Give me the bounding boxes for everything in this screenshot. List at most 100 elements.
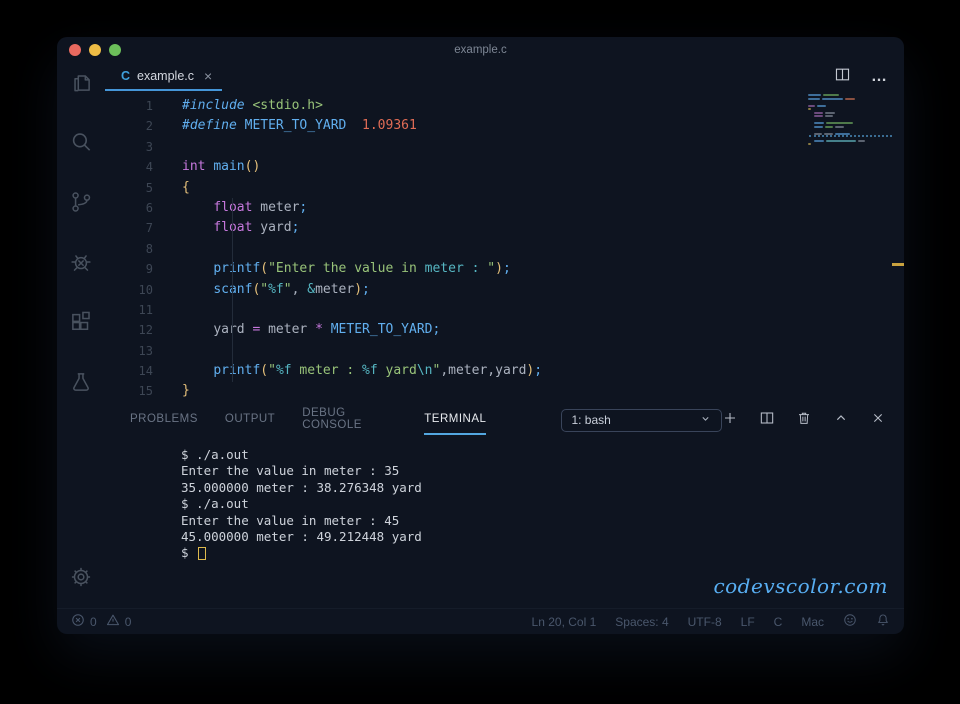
code-text: }: [182, 383, 190, 399]
code-text: {: [182, 179, 190, 195]
search-icon[interactable]: [68, 129, 94, 155]
minimize-window-button[interactable]: [89, 44, 101, 56]
close-window-button[interactable]: [69, 44, 81, 56]
tab-example-c[interactable]: C example.c ×: [105, 63, 223, 91]
test-beaker-icon[interactable]: [68, 369, 94, 395]
extensions-icon[interactable]: [68, 309, 94, 335]
code-line[interactable]: 3: [105, 137, 904, 157]
code-text: float meter;: [213, 199, 308, 215]
code-line[interactable]: 10 scanf("%f", &meter);: [105, 280, 904, 300]
line-number: 10: [138, 282, 153, 297]
error-count: 0: [90, 614, 97, 629]
tab-label: example.c: [137, 69, 195, 83]
panel-tab-terminal[interactable]: TERMINAL: [424, 405, 487, 435]
line-number: 3: [145, 139, 153, 154]
code-line[interactable]: 7 float yard;: [105, 218, 904, 238]
status-items-container: Ln 20, Col 1 Spaces: 4 UTF-8 LF C Mac: [532, 615, 824, 629]
terminal-line: Enter the value in meter : 35: [181, 463, 400, 479]
code-line[interactable]: 12 yard = meter * METER_TO_YARD;: [105, 320, 904, 340]
activity-bar: [57, 63, 105, 608]
line-number: 8: [145, 241, 153, 256]
code-line[interactable]: 2 #define METER_TO_YARD 1.09361: [105, 116, 904, 136]
code-line[interactable]: 14 printf("%f meter : %f yard\n",meter,y…: [105, 361, 904, 381]
shell-dropdown-label: 1: bash: [571, 413, 611, 427]
terminal-line: Enter the value in meter : 45: [181, 512, 400, 528]
code-text: #define METER_TO_YARD 1.09361: [182, 118, 417, 134]
status-item-mac[interactable]: Mac: [801, 615, 824, 629]
code-text: yard = meter * METER_TO_YARD;: [213, 322, 441, 338]
code-line[interactable]: 9 printf("Enter the value in meter : ");: [105, 259, 904, 279]
more-actions-icon[interactable]: …: [871, 68, 888, 86]
status-item-ln-20-col-1[interactable]: Ln 20, Col 1: [532, 615, 597, 629]
settings-gear-icon[interactable]: [68, 564, 94, 590]
line-number: 2: [145, 119, 153, 134]
code-line[interactable]: 4 int main(): [105, 157, 904, 177]
panel-tab-bar: PROBLEMS OUTPUT DEBUG CONSOLE TERMINAL 1: b…: [105, 405, 904, 435]
editor-tab-bar: C example.c × …: [105, 63, 904, 91]
terminal-line: $ ./a.out: [181, 447, 249, 462]
panel-tab-debug-console[interactable]: DEBUG CONSOLE: [302, 405, 383, 435]
line-number: 1: [145, 99, 153, 113]
code-line[interactable]: 8: [105, 239, 904, 259]
terminal-line: $ ./a.out: [181, 496, 249, 512]
code-text: scanf("%f", &meter);: [213, 281, 370, 297]
code-line[interactable]: 11: [105, 300, 904, 320]
status-bar: 0 0 Ln 20, Col 1 Spaces: 4 UTF-8 LF C Mac: [57, 608, 904, 634]
explorer-icon[interactable]: [68, 69, 94, 95]
line-number: 4: [145, 160, 153, 175]
notifications-bell-icon[interactable]: [876, 613, 890, 630]
panel-tab-problems[interactable]: PROBLEMS: [130, 405, 198, 435]
debug-icon[interactable]: [68, 249, 94, 275]
window-title: example.c: [454, 44, 507, 56]
terminal-line: 35.000000 meter : 38.276348 yard: [181, 479, 422, 495]
panel-tab-output[interactable]: OUTPUT: [225, 405, 275, 435]
terminal-cursor: [198, 547, 207, 561]
terminal-shell-dropdown[interactable]: 1: bash: [561, 408, 722, 432]
line-number: 9: [145, 262, 153, 277]
status-item-lf[interactable]: LF: [741, 615, 755, 629]
code-text: int main(): [182, 159, 261, 175]
terminal-prompt-line: $: [181, 545, 904, 561]
tab-close-icon[interactable]: ×: [204, 69, 212, 83]
code-line[interactable]: 15}: [105, 381, 904, 401]
close-panel-icon[interactable]: [870, 410, 886, 431]
split-terminal-icon[interactable]: [759, 410, 775, 431]
problems-status[interactable]: 0 0: [71, 613, 131, 630]
code-editor[interactable]: 1 #include <stdio.h> 2 #define METER_TO_YAR…: [105, 91, 904, 405]
c-language-icon: C: [121, 69, 131, 83]
traffic-lights: [57, 44, 121, 56]
indent-guide: [232, 198, 233, 382]
vscode-window: example.c C example.c × … 1 #include <st…: [57, 37, 904, 634]
code-line[interactable]: 6 float meter;: [105, 198, 904, 218]
warning-icon: [106, 613, 120, 630]
code-text: printf("%f meter : %f yard\n",meter,yard…: [213, 363, 543, 379]
code-line[interactable]: 5{: [105, 178, 904, 198]
maximize-panel-chevron-up-icon[interactable]: [833, 410, 849, 431]
feedback-smiley-icon[interactable]: [843, 613, 857, 630]
code-text: printf("Enter the value in meter : ");: [213, 261, 511, 277]
overview-ruler-mark: [892, 263, 904, 266]
minimap[interactable]: [808, 94, 893, 145]
kill-terminal-trash-icon[interactable]: [796, 410, 812, 431]
status-item-utf-8[interactable]: UTF-8: [688, 615, 722, 629]
line-number: 15: [138, 384, 153, 399]
source-control-icon[interactable]: [68, 189, 94, 215]
new-terminal-icon[interactable]: [722, 410, 738, 431]
line-number: 7: [145, 221, 153, 236]
code-text: #include <stdio.h>: [182, 98, 323, 113]
zoom-window-button[interactable]: [109, 44, 121, 56]
status-item-c[interactable]: C: [774, 615, 783, 629]
error-icon: [71, 613, 85, 630]
panel-tabs-container: PROBLEMS OUTPUT DEBUG CONSOLE TERMINAL: [130, 405, 513, 435]
code-line[interactable]: 13: [105, 341, 904, 361]
line-number: 5: [145, 180, 153, 195]
split-editor-icon[interactable]: [834, 66, 851, 88]
title-bar[interactable]: example.c: [57, 37, 904, 63]
status-item-spaces-4[interactable]: Spaces: 4: [615, 615, 668, 629]
code-line[interactable]: 1 #include <stdio.h>: [105, 96, 904, 116]
line-number: 13: [138, 343, 153, 358]
